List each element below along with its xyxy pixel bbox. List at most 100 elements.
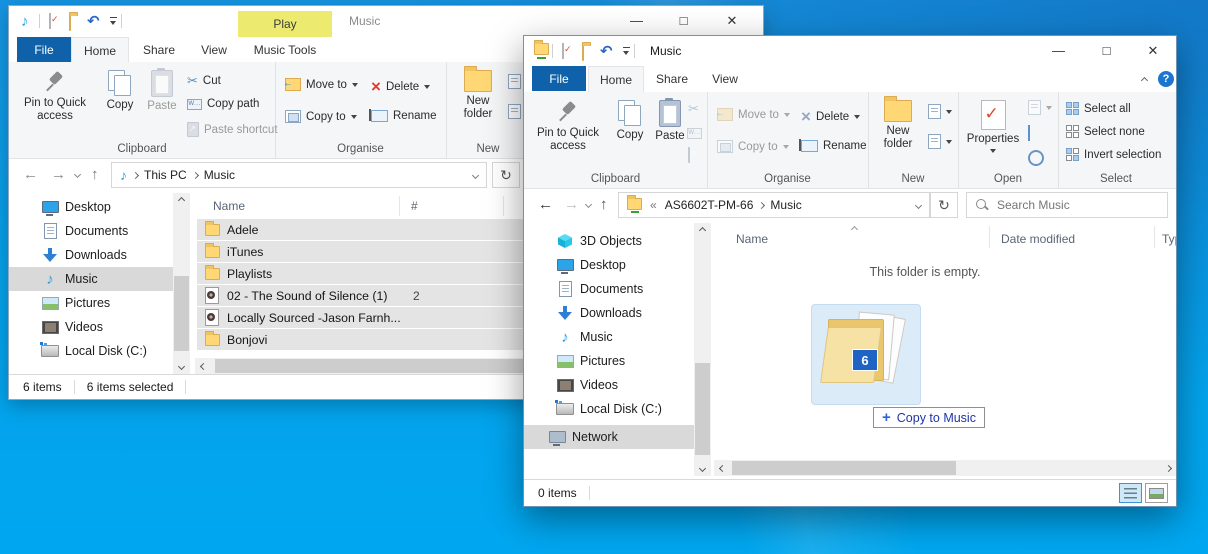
sidebar-item-downloads[interactable]: Downloads	[9, 243, 173, 267]
breadcrumb-server[interactable]: AS6602T-PM-66	[665, 198, 754, 212]
back-tab-share[interactable]: Share	[131, 37, 187, 62]
sidebar-item-pictures[interactable]: Pictures	[9, 291, 173, 315]
copy-to-button[interactable]: Copy to	[285, 110, 357, 123]
sidebar-item-3d-objects[interactable]: 3D Objects	[524, 229, 694, 253]
front-sidebar-scrollbar[interactable]	[694, 223, 711, 476]
paste-button[interactable]: Paste	[143, 68, 181, 113]
address-dropdown-icon[interactable]	[471, 171, 480, 179]
back-tab-music-tools[interactable]: Music Tools	[238, 37, 332, 62]
invert-selection-button[interactable]: Invert selection	[1066, 148, 1161, 161]
edit-icon[interactable]	[1028, 125, 1030, 141]
pin-to-quick-access-button[interactable]: Pin to Quick access	[15, 70, 95, 123]
scrollbar-thumb[interactable]	[174, 276, 189, 351]
select-none-button[interactable]: Select none	[1066, 125, 1145, 138]
breadcrumb-overflow[interactable]: «	[648, 198, 659, 212]
front-nav-forward-icon[interactable]: →	[564, 197, 579, 212]
back-tab-home[interactable]: Home	[71, 37, 129, 63]
ribbon-collapse-icon[interactable]	[1140, 76, 1149, 85]
column-header-type[interactable]: Type	[1162, 232, 1176, 246]
address-dropdown-icon[interactable]	[914, 201, 923, 209]
pin-to-quick-access-button[interactable]: Pin to Quick access	[528, 100, 608, 153]
delete-button[interactable]: × Delete	[801, 108, 861, 125]
history-icon[interactable]	[1028, 150, 1044, 166]
front-horizontal-scrollbar[interactable]	[714, 460, 1176, 476]
properties-button[interactable]: Properties	[964, 100, 1022, 156]
qat-properties-icon[interactable]	[49, 13, 51, 29]
sidebar-item-local-disk[interactable]: Local Disk (C:)	[524, 397, 694, 421]
sidebar-item-desktop[interactable]: Desktop	[9, 195, 173, 219]
search-input[interactable]	[995, 197, 1129, 213]
back-tab-file[interactable]: File	[17, 37, 71, 62]
sidebar-item-music[interactable]: ♪ Music	[9, 267, 173, 291]
copy-to-button[interactable]: Copy to	[717, 140, 789, 153]
copy-path-button[interactable]: W... Copy path	[187, 98, 259, 110]
sidebar-item-pictures[interactable]: Pictures	[524, 349, 694, 373]
cut-button[interactable]: ✂ Cut	[187, 74, 221, 87]
sidebar-item-local-disk[interactable]: Local Disk (C:)	[9, 339, 173, 358]
rename-button[interactable]: Rename	[799, 139, 866, 152]
back-close-button[interactable]: ✕	[708, 7, 756, 34]
front-nav-recent-icon[interactable]	[584, 200, 593, 209]
new-folder-button[interactable]: New folder	[874, 96, 922, 151]
front-close-button[interactable]: ✕	[1132, 37, 1174, 64]
column-header-name[interactable]: Name	[736, 232, 768, 246]
back-maximize-button[interactable]: □	[661, 7, 706, 34]
move-to-button[interactable]: Move to	[715, 108, 790, 121]
front-nav-back-icon[interactable]: ←	[538, 197, 553, 212]
breadcrumb-this-pc[interactable]: This PC	[144, 168, 187, 182]
front-search-box[interactable]	[966, 192, 1168, 218]
new-folder-button[interactable]: New folder	[454, 66, 502, 121]
back-refresh-button[interactable]: ↻	[492, 162, 520, 188]
front-tab-share[interactable]: Share	[646, 66, 698, 91]
copy-button[interactable]: Copy	[99, 70, 141, 112]
back-tab-view[interactable]: View	[189, 37, 239, 62]
sidebar-item-documents[interactable]: Documents	[524, 277, 694, 301]
column-header-number[interactable]: #	[411, 199, 418, 213]
back-sidebar-scrollbar[interactable]	[173, 193, 190, 374]
front-refresh-button[interactable]: ↻	[930, 192, 958, 218]
back-address-box[interactable]: ♪ This PC Music	[111, 162, 487, 188]
front-tab-view[interactable]: View	[702, 66, 748, 91]
back-minimize-button[interactable]: —	[614, 7, 659, 34]
sidebar-item-desktop[interactable]: Desktop	[524, 253, 694, 277]
sidebar-item-videos[interactable]: Videos	[524, 373, 694, 397]
front-maximize-button[interactable]: □	[1084, 37, 1129, 64]
sidebar-item-documents[interactable]: Documents	[9, 219, 173, 243]
easy-access-item-button[interactable]	[928, 104, 952, 119]
paste-shortcut-icon[interactable]	[688, 147, 690, 163]
breadcrumb-music[interactable]: Music	[204, 168, 235, 182]
scrollbar-thumb[interactable]	[732, 461, 956, 475]
column-header-date-modified[interactable]: Date modified	[1001, 232, 1075, 246]
sidebar-item-network[interactable]: Network	[524, 425, 694, 449]
front-address-box[interactable]: « AS6602T-PM-66 Music	[618, 192, 930, 218]
back-nav-recent-icon[interactable]	[73, 170, 82, 179]
back-nav-back-icon[interactable]: ←	[23, 167, 38, 182]
qat-new-folder-icon[interactable]	[582, 45, 584, 61]
front-tab-home[interactable]: Home	[588, 66, 644, 92]
column-header-name[interactable]: Name	[213, 199, 245, 213]
thumbnails-view-button[interactable]	[1145, 483, 1168, 503]
front-minimize-button[interactable]: —	[1036, 37, 1081, 64]
scrollbar-thumb[interactable]	[695, 363, 710, 455]
open-button[interactable]	[1028, 100, 1052, 115]
qat-undo-icon[interactable]: ↶	[600, 44, 613, 59]
sidebar-item-downloads[interactable]: Downloads	[524, 301, 694, 325]
copy-button[interactable]: Copy	[610, 100, 650, 142]
delete-button[interactable]: × Delete	[371, 78, 431, 95]
back-nav-forward-icon[interactable]: →	[51, 167, 66, 182]
back-nav-up-icon[interactable]: ↑	[91, 167, 99, 182]
sidebar-item-videos[interactable]: Videos	[9, 315, 173, 339]
paste-shortcut-button[interactable]: Paste shortcut	[187, 122, 278, 137]
paste-button[interactable]: Paste	[652, 98, 688, 143]
breadcrumb-music[interactable]: Music	[770, 198, 801, 212]
help-icon[interactable]: ?	[1158, 71, 1174, 87]
front-tab-file[interactable]: File	[532, 66, 586, 91]
qat-properties-icon[interactable]	[562, 43, 564, 59]
easy-access-button[interactable]	[928, 134, 952, 149]
copy-path-icon[interactable]: W...	[687, 128, 702, 139]
select-all-button[interactable]: Select all	[1066, 102, 1131, 115]
sidebar-item-music[interactable]: ♪ Music	[524, 325, 694, 349]
qat-new-folder-icon[interactable]	[69, 15, 71, 31]
rename-button[interactable]: Rename	[369, 109, 436, 122]
details-view-button[interactable]	[1119, 483, 1142, 503]
